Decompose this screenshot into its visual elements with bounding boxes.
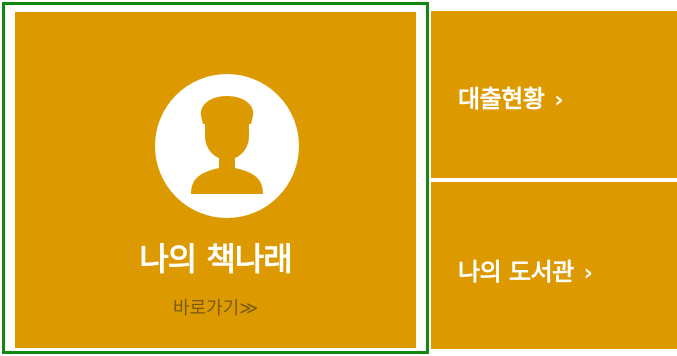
loan-status-label: 대출현황 › [458, 85, 563, 113]
my-chaeknarae-tile-focus-frame: 나의 책나래 바로가기≫ [2, 2, 429, 354]
my-library-tile[interactable]: 나의 도서관 › [431, 182, 677, 349]
go-link[interactable]: 바로가기≫ [15, 294, 416, 320]
chevron-right-icon: › [554, 88, 563, 113]
user-silhouette-icon [155, 74, 299, 218]
main-title: 나의 책나래 [139, 240, 292, 278]
loan-status-tile[interactable]: 대출현황 › [431, 11, 677, 178]
my-library-label: 나의 도서관 › [458, 258, 593, 286]
chevron-right-icon: › [583, 261, 593, 286]
my-chaeknarae-tile[interactable]: 나의 책나래 바로가기≫ [15, 12, 416, 348]
